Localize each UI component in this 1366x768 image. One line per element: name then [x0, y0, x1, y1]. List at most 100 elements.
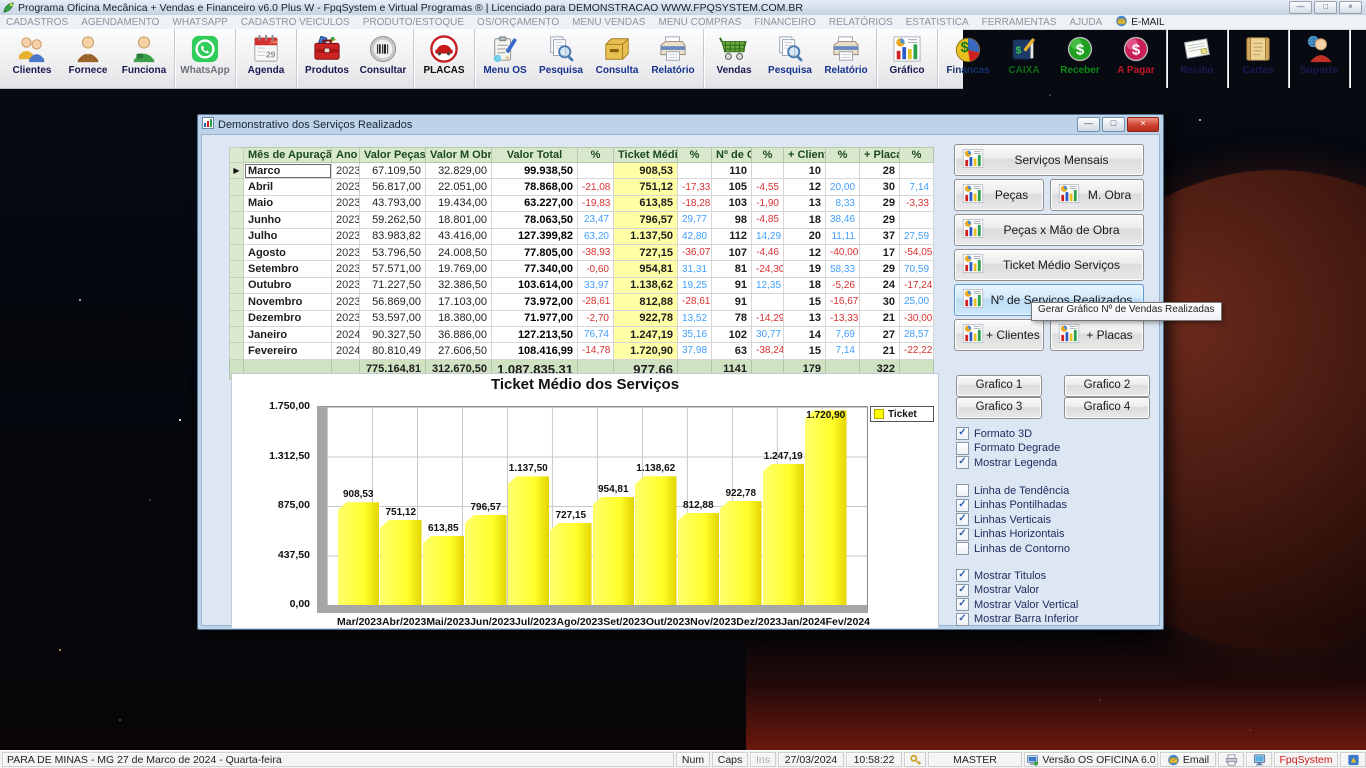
col-header-item[interactable]: %: [751, 147, 784, 163]
checkbox-box[interactable]: [956, 542, 969, 555]
chart-button-ticket-medio-servicos[interactable]: Ticket Médio Serviços: [954, 249, 1144, 281]
checkbox-box[interactable]: ✓: [956, 498, 969, 512]
menu-item-estatistica[interactable]: ESTATISTICA: [906, 17, 969, 28]
col-header-item[interactable]: %: [825, 147, 860, 163]
checkbox-linha-de-tendencia[interactable]: Linha de Tendência: [956, 484, 1069, 497]
menu-item-ajuda[interactable]: AJUDA: [1069, 17, 1102, 28]
checkbox-box[interactable]: ✓: [956, 527, 969, 541]
table-row[interactable]: Abril 2023 56.817,00 22.051,00 78.868,00 -21,…: [229, 178, 934, 196]
toolbar-button-pesquisa[interactable]: Pesquisa: [533, 31, 589, 76]
toolbar-button-pesquisa[interactable]: Pesquisa: [762, 31, 818, 76]
col-header-item[interactable]: %: [677, 147, 712, 163]
checkbox-linhas-verticais[interactable]: ✓ Linhas Verticais: [956, 513, 1051, 526]
toolbar-button-financas[interactable]: $ Financas: [940, 31, 996, 76]
checkbox-box[interactable]: ✓: [956, 569, 969, 582]
table-row[interactable]: Julho 2023 83.983,82 43.416,00 127.399,82 63,…: [229, 227, 934, 245]
toolbar-button-consulta[interactable]: Consulta: [589, 31, 645, 76]
row-selector[interactable]: [229, 194, 244, 213]
col-header-valor-pecas[interactable]: Valor Peças: [359, 147, 426, 163]
table-row[interactable]: Junho 2023 59.262,50 18.801,00 78.063,50 23,4…: [229, 211, 934, 229]
col-header-valor-total[interactable]: Valor Total: [491, 147, 578, 163]
checkbox-mostrar-titulos[interactable]: ✓ Mostrar Titulos: [956, 569, 1046, 582]
checkbox-box[interactable]: ✓: [956, 513, 969, 526]
row-selector[interactable]: [229, 309, 244, 327]
checkbox-mostrar-valor[interactable]: ✓ Mostrar Valor: [956, 583, 1039, 597]
checkbox-linhas-pontilhadas[interactable]: ✓ Linhas Pontilhadas: [956, 498, 1067, 512]
toolbar-button-fornece[interactable]: Fornece: [60, 31, 116, 76]
toolbar-button-clientes[interactable]: Clientes: [4, 31, 60, 76]
button-grafico-1[interactable]: Grafico 1: [956, 375, 1042, 397]
app-close-button[interactable]: ×: [1339, 1, 1362, 14]
chart-button-clientes[interactable]: + Clientes: [954, 319, 1044, 351]
toolbar-button-caixa[interactable]: $ CAIXA: [996, 31, 1052, 76]
toolbar-button-cartas[interactable]: Cartas: [1230, 31, 1286, 76]
col-header-ano[interactable]: Ano: [331, 147, 360, 163]
chart-button-servicos-mensais[interactable]: Serviços Mensais: [954, 144, 1144, 176]
button-grafico-2[interactable]: Grafico 2: [1064, 375, 1150, 397]
dialog-maximize-button[interactable]: □: [1102, 117, 1125, 132]
toolbar-button-recibo[interactable]: Recibo: [1169, 31, 1225, 76]
app-minimize-button[interactable]: —: [1289, 1, 1312, 14]
row-selector[interactable]: [229, 276, 244, 295]
toolbar-button-relatorio[interactable]: Relatório: [818, 31, 874, 76]
table-row[interactable]: ▶ Marco 2023 67.109,50 32.829,00 99.938,50 908…: [229, 161, 934, 180]
menu-item-menu-vendas[interactable]: MENU VENDAS: [572, 17, 645, 28]
dialog-close-button[interactable]: ×: [1127, 117, 1159, 132]
table-row[interactable]: Fevereiro 2024 80.810,49 27.606,50 108.416,9…: [229, 342, 934, 360]
toolbar-button-suporte[interactable]: Suporte: [1291, 31, 1347, 76]
menu-item-cadastros[interactable]: CADASTROS: [6, 17, 68, 28]
toolbar-button-produtos[interactable]: Produtos: [299, 31, 355, 76]
toolbar-button-exit[interactable]: EXIT: [1352, 31, 1366, 65]
toolbar-button-placas[interactable]: PLACAS: [416, 31, 472, 76]
toolbar-button-a-pagar[interactable]: $ A Pagar: [1108, 31, 1164, 76]
checkbox-formato-degrade[interactable]: Formato Degrade: [956, 441, 1060, 455]
menu-item-email[interactable]: E-MAIL: [1115, 15, 1165, 30]
table-row[interactable]: Janeiro 2024 90.327,50 36.886,00 127.213,50 7…: [229, 325, 934, 344]
col-header-placas[interactable]: + Placas: [859, 147, 900, 163]
button-grafico-3[interactable]: Grafico 3: [956, 397, 1042, 419]
col-header-ticket-medio[interactable]: Ticket Médio: [613, 147, 678, 163]
table-row[interactable]: Novembro 2023 56.869,00 17.103,00 73.972,00-…: [229, 293, 934, 311]
checkbox-box[interactable]: [956, 484, 969, 497]
checkbox-box[interactable]: ✓: [956, 598, 969, 611]
menu-item-menu-compras[interactable]: MENU COMPRAS: [658, 17, 741, 28]
checkbox-box[interactable]: [956, 441, 969, 455]
chart-button-pecas-x-mao-de-obra[interactable]: Peças x Mão de Obra: [954, 214, 1144, 246]
toolbar-button-relatorio[interactable]: Relatório: [645, 31, 701, 76]
col-header-mes-de-apuracao[interactable]: Mês de Apuração: [243, 147, 332, 163]
menu-item-agendamento[interactable]: AGENDAMENTO: [81, 17, 159, 28]
col-header-clientes[interactable]: + Clientes: [783, 147, 826, 163]
toolbar-button-agenda[interactable]: JAN 29 Agenda: [238, 31, 294, 76]
checkbox-box[interactable]: ✓: [956, 427, 969, 440]
menu-item-relatorios[interactable]: RELATÓRIOS: [829, 17, 893, 28]
col-header-item[interactable]: %: [899, 147, 934, 163]
menu-item-produto-estoque[interactable]: PRODUTO/ESTOQUE: [363, 17, 464, 28]
button-grafico-4[interactable]: Grafico 4: [1064, 397, 1150, 419]
row-selector[interactable]: [229, 260, 244, 278]
chart-button-m-obra[interactable]: M. Obra: [1050, 179, 1144, 211]
col-header-item[interactable]: %: [577, 147, 614, 163]
app-restore-button[interactable]: □: [1314, 1, 1337, 14]
menu-item-ferramentas[interactable]: FERRAMENTAS: [982, 17, 1057, 28]
row-selector[interactable]: ▶: [229, 161, 244, 180]
menu-item-whatsapp[interactable]: WHATSAPP: [172, 17, 227, 28]
checkbox-mostrar-valor-vertical[interactable]: ✓ Mostrar Valor Vertical: [956, 598, 1078, 611]
dialog-minimize-button[interactable]: —: [1077, 117, 1100, 132]
toolbar-button-grafico[interactable]: Gráfico: [879, 31, 935, 76]
table-row[interactable]: Agosto 2023 53.796,50 24.008,50 77.805,00 -38…: [229, 243, 934, 262]
menu-item-financeiro[interactable]: FINANCEIRO: [754, 17, 816, 28]
col-header-n-de-os[interactable]: Nº de OS: [711, 147, 752, 163]
col-header-valor-m-obra[interactable]: Valor M Obra: [425, 147, 492, 163]
toolbar-button-whatsapp[interactable]: WhatsApp: [177, 31, 233, 76]
row-selector[interactable]: [229, 325, 244, 344]
menu-item-cadastro-veiculos[interactable]: CADASTRO VEICULOS: [241, 17, 350, 28]
checkbox-formato-3d[interactable]: ✓ Formato 3D: [956, 427, 1032, 440]
row-selector[interactable]: [229, 342, 244, 360]
menu-item-os-orcamento[interactable]: OS/ORÇAMENTO: [477, 17, 559, 28]
row-selector[interactable]: [229, 293, 244, 311]
checkbox-linhas-de-contorno[interactable]: Linhas de Contorno: [956, 542, 1070, 555]
toolbar-button-consultar[interactable]: Consultar: [355, 31, 411, 76]
checkbox-box[interactable]: ✓: [956, 583, 969, 597]
table-row[interactable]: Dezembro 2023 53.597,00 18.380,00 71.977,00-…: [229, 309, 934, 327]
chart-button-pecas[interactable]: Peças: [954, 179, 1044, 211]
